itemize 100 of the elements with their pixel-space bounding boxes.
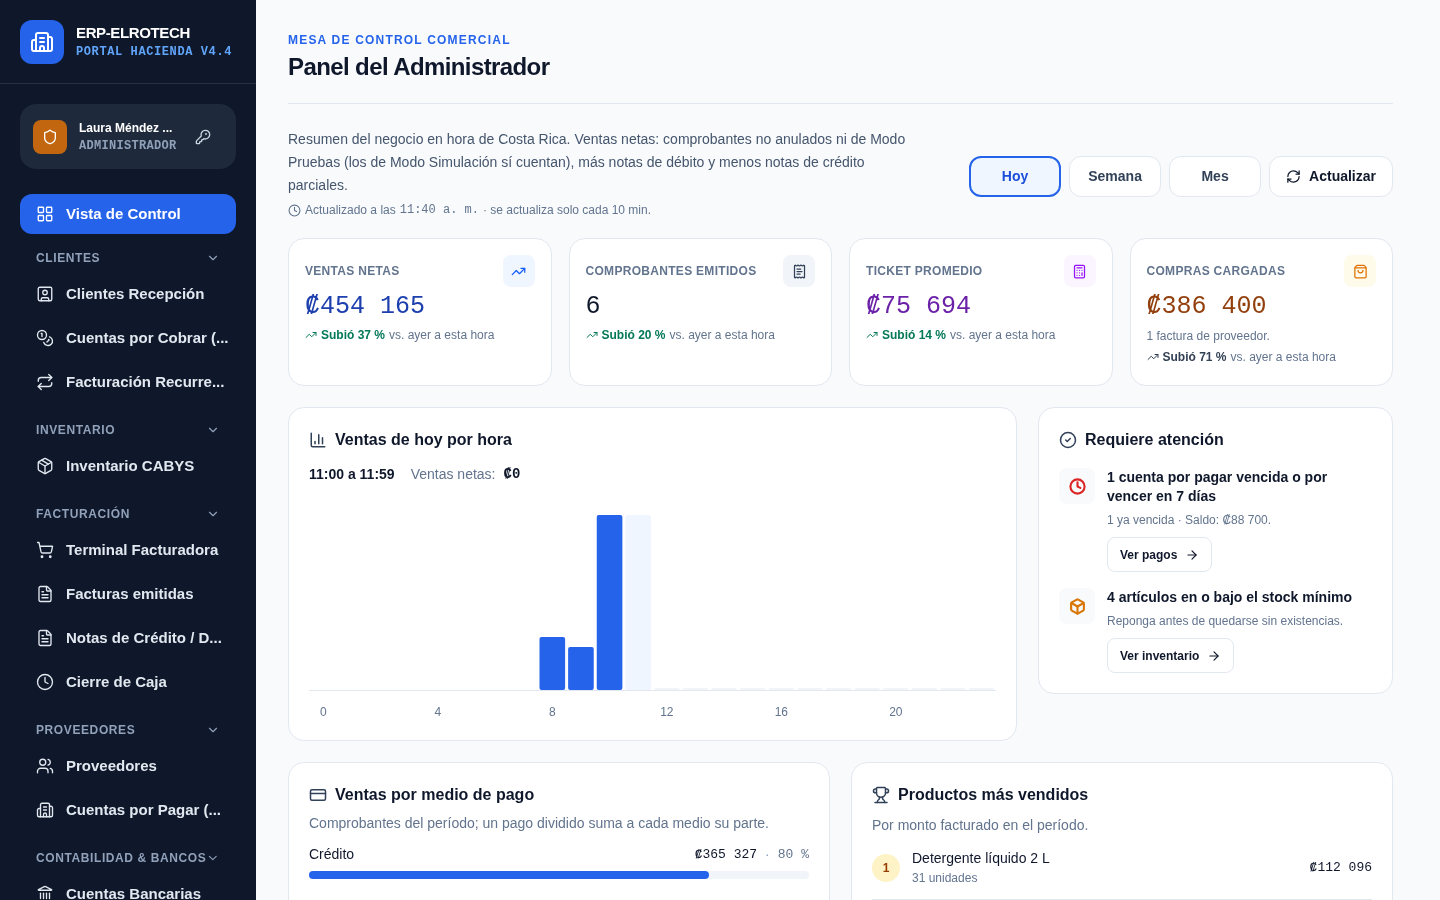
- item-icon: [36, 585, 54, 603]
- kpi-icon: [1344, 255, 1376, 287]
- axis-label: 12: [659, 704, 675, 721]
- bar: [539, 637, 566, 690]
- payment-amount: ₡365 327: [694, 845, 758, 864]
- kpi-title: COMPROBANTES EMITIDOS: [585, 263, 757, 280]
- hour-range: 11:00 a 11:59: [309, 465, 395, 484]
- user-name: Laura Méndez ...: [79, 119, 174, 137]
- payment-share: 80 %: [777, 845, 809, 864]
- period-tab[interactable]: Hoy: [969, 156, 1062, 197]
- sidebar-item[interactable]: Facturas emitidas: [20, 574, 236, 614]
- updated-prefix: Actualizado a las: [305, 202, 396, 219]
- trend-note: vs. ayer a esta hora: [1230, 349, 1336, 366]
- alert-detail: Reponga antes de quedarse sin existencias.: [1107, 613, 1345, 630]
- product-units: 31 unidades: [912, 870, 979, 887]
- logo-icon: [20, 19, 64, 64]
- kpi-icon: [1063, 255, 1096, 287]
- sidebar-item[interactable]: Cuentas por Pagar (...: [20, 790, 236, 830]
- kpi-title: COMPRAS CARGADAS: [1146, 263, 1286, 280]
- axis-label: 4: [433, 704, 443, 721]
- kpi-value: ₡75 694: [866, 291, 973, 323]
- item-icon: [36, 205, 54, 223]
- trend-value: Subió 37 %: [321, 327, 385, 344]
- card-icon: [309, 786, 327, 804]
- axis-label: 16: [773, 704, 789, 721]
- updated-time: 11:40 a. m.: [399, 202, 479, 219]
- sidebar-item[interactable]: Proveedores: [20, 746, 236, 786]
- trend-note: vs. ayer a esta hora: [669, 327, 775, 344]
- bar: [568, 647, 594, 690]
- sidebar-item[interactable]: Facturación Recurre...: [20, 362, 236, 402]
- axis-label: 20: [888, 704, 904, 721]
- check-circle-icon: [1059, 431, 1077, 449]
- rank-badge: 1: [872, 853, 900, 882]
- refresh-button[interactable]: Actualizar: [1269, 156, 1393, 197]
- card-title: Ventas de hoy por hora: [335, 430, 512, 450]
- axis-label: 0: [318, 704, 328, 721]
- card-subtitle: Comprobantes del período; un pago dividido suma a cada medio su parte.: [309, 814, 770, 833]
- card-title: Productos más vendidos: [898, 785, 1089, 805]
- kpi-title: TICKET PROMEDIO: [866, 263, 983, 280]
- trend-icon: [305, 329, 317, 341]
- separator-dot: ·: [765, 845, 770, 864]
- arrow-icon: [1185, 547, 1200, 562]
- trend-icon: [866, 329, 878, 341]
- summary-text: Resumen del negocio en hora de Costa Rica. Ventas netas: comprobantes no anulados ni de Modo Pruebas (los de Modo Simulación sí cuentan), más notas de débito y menos notas de crédito parciales.: [288, 130, 907, 195]
- sidebar-item[interactable]: Notas de Crédito / D...: [20, 618, 236, 658]
- payment-method: Crédito: [309, 845, 355, 864]
- page-eyebrow: MESA DE CONTROL COMERCIAL: [288, 32, 512, 49]
- item-icon: [36, 329, 54, 347]
- kpi-icon: [502, 255, 535, 287]
- alert-title: 4 artículos en o bajo el stock mínimo: [1107, 588, 1354, 607]
- section-header[interactable]: INVENTARIO: [20, 416, 236, 444]
- action-button[interactable]: Ver inventario: [1107, 638, 1235, 673]
- sidebar-item[interactable]: Cuentas por Cobrar (...: [20, 318, 236, 358]
- axis-label: 8: [547, 704, 557, 721]
- clock-icon: [288, 203, 301, 217]
- trend-note: vs. ayer a esta hora: [950, 327, 1056, 344]
- sales-value: ₡0: [503, 465, 521, 484]
- sidebar-item[interactable]: Vista de Control: [20, 194, 236, 234]
- item-icon: [36, 629, 54, 647]
- shield-icon: [33, 119, 67, 154]
- card-title: Ventas por medio de pago: [335, 785, 535, 805]
- trend-icon: [1146, 351, 1159, 363]
- brand-name: ERP-ELROTECH: [76, 22, 191, 43]
- kpi-value: 6: [585, 291, 602, 323]
- product-name: Detergente líquido 2 L: [912, 849, 1051, 868]
- section-header[interactable]: FACTURACIÓN: [20, 500, 236, 528]
- item-icon: [36, 541, 54, 559]
- brand-subtitle: PORTAL HACIENDA V4.4: [76, 43, 233, 61]
- product-amount: ₡112 096: [1309, 858, 1372, 877]
- alert-title: 1 cuenta por pagar vencida o por vencer en 7 días: [1107, 468, 1329, 506]
- section-header[interactable]: CONTABILIDAD & BANCOS: [20, 844, 236, 872]
- item-icon: [36, 801, 54, 819]
- refresh-icon: [1286, 169, 1302, 184]
- key-icon[interactable]: [195, 128, 211, 145]
- section-header[interactable]: PROVEEDORES: [20, 716, 236, 744]
- action-button[interactable]: Ver pagos: [1107, 537, 1213, 572]
- trend-value: Subió 14 %: [882, 327, 946, 344]
- sidebar-item[interactable]: Cierre de Caja: [20, 662, 236, 702]
- card-title: Requiere atención: [1085, 430, 1224, 450]
- arrow-icon: [1207, 648, 1222, 663]
- trend-icon: [585, 329, 598, 341]
- section-header[interactable]: CLIENTES: [20, 244, 236, 272]
- kpi-value: ₡386 400: [1146, 291, 1268, 323]
- period-tab[interactable]: Semana: [1069, 156, 1162, 197]
- sidebar-item[interactable]: Clientes Recepción: [20, 274, 236, 314]
- card-subtitle: Por monto facturado en el período.: [872, 816, 1090, 835]
- updated-suffix: · se actualiza solo cada 10 min.: [482, 202, 652, 219]
- kpi-title: VENTAS NETAS: [305, 263, 400, 280]
- sidebar-item[interactable]: Cuentas Bancarias: [20, 874, 236, 900]
- alert-detail: 1 ya vencida · Saldo: ₡88 700.: [1107, 512, 1273, 529]
- sales-label: Ventas netas:: [410, 465, 496, 484]
- trend-value: Subió 71 %: [1162, 349, 1227, 366]
- item-icon: [36, 673, 54, 691]
- item-icon: [36, 373, 54, 391]
- item-icon: [36, 757, 54, 775]
- period-tab[interactable]: Mes: [1169, 156, 1262, 197]
- chart-icon: [309, 431, 327, 449]
- kpi-icon: [783, 255, 815, 287]
- sidebar-item[interactable]: Terminal Facturadora: [20, 530, 236, 570]
- sidebar-item[interactable]: Inventario CABYS: [20, 446, 236, 486]
